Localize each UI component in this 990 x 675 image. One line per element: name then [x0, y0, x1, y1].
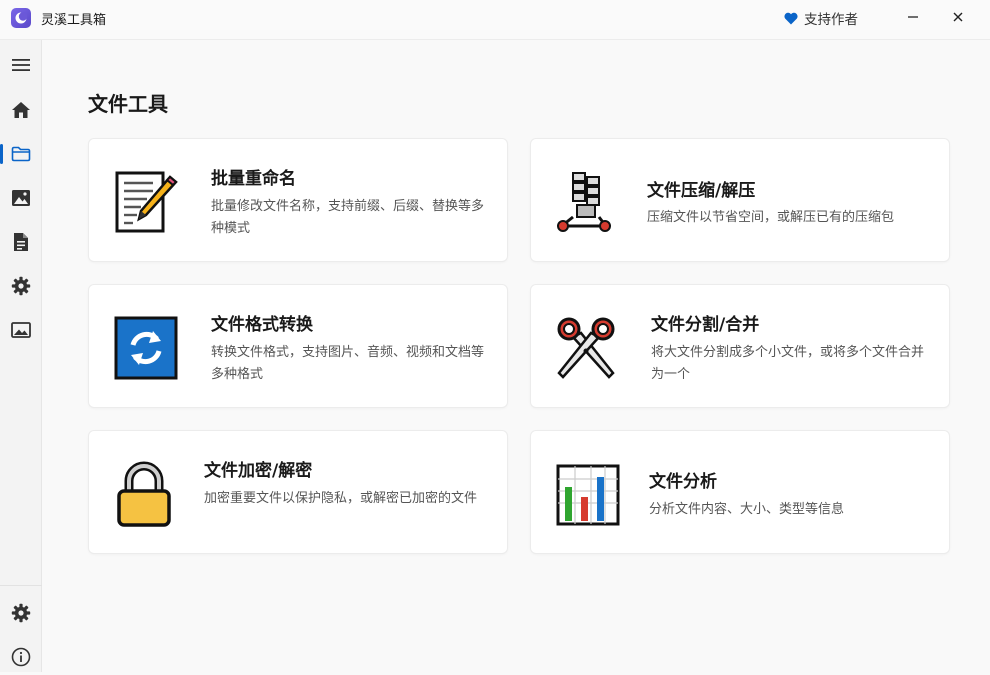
support-author-button[interactable]: 支持作者	[784, 8, 858, 28]
minimize-button[interactable]	[890, 0, 936, 34]
heart-icon	[784, 12, 798, 24]
card-description: 将大文件分割成多个小文件，或将多个文件合并为一个	[651, 345, 925, 382]
gear-icon	[11, 603, 31, 623]
card-title: 文件分割/合并	[651, 315, 760, 335]
sidebar-item-documents[interactable]	[0, 224, 42, 260]
card-title: 文件格式转换	[211, 315, 313, 335]
close-icon	[953, 12, 963, 22]
hamburger-icon	[12, 59, 30, 71]
minimize-icon	[908, 16, 918, 18]
card-description: 批量修改文件名称，支持前缀、后缀、替换等多种模式	[211, 199, 485, 236]
card-title: 批量重命名	[211, 169, 296, 189]
home-icon	[12, 102, 30, 118]
sidebar-menu-toggle[interactable]	[0, 47, 42, 83]
card-description: 分析文件内容、大小、类型等信息	[649, 502, 845, 517]
app-title: 灵溪工具箱	[41, 13, 107, 28]
notepad-pencil-icon	[113, 169, 179, 235]
sidebar-item-files[interactable]	[0, 136, 42, 172]
close-button[interactable]	[935, 0, 981, 34]
picture-icon	[11, 322, 31, 338]
gear-icon	[11, 276, 31, 296]
image-icon	[12, 190, 30, 206]
sync-arrows-icon	[113, 315, 179, 381]
bar-chart-icon	[555, 461, 621, 527]
card-split-merge[interactable]: 文件分割/合并 将大文件分割成多个小文件，或将多个文件合并为一个	[530, 284, 950, 408]
folder-icon	[11, 146, 31, 162]
sidebar-item-home[interactable]	[0, 92, 42, 128]
card-encrypt-decrypt[interactable]: 文件加密/解密 加密重要文件以保护隐私，或解密已加密的文件	[88, 430, 508, 554]
title-bar: 灵溪工具箱 支持作者	[0, 0, 990, 40]
app-logo-icon	[11, 8, 31, 28]
support-author-label: 支持作者	[804, 12, 858, 28]
card-format-convert[interactable]: 文件格式转换 转换文件格式，支持图片、音频、视频和文档等多种格式	[88, 284, 508, 408]
card-description: 加密重要文件以保护隐私，或解密已加密的文件	[204, 491, 478, 506]
card-title: 文件分析	[649, 472, 717, 492]
padlock-icon	[115, 461, 181, 527]
card-description: 转换文件格式，支持图片、音频、视频和文档等多种格式	[211, 345, 485, 382]
card-file-analysis[interactable]: 文件分析 分析文件内容、大小、类型等信息	[530, 430, 950, 554]
scissors-icon	[553, 315, 619, 381]
card-description: 压缩文件以节省空间，或解压已有的压缩包	[647, 210, 895, 225]
sidebar-divider	[0, 585, 42, 586]
card-title: 文件加密/解密	[204, 461, 313, 481]
page-title: 文件工具	[88, 92, 168, 116]
info-icon	[11, 647, 31, 667]
sidebar-item-images[interactable]	[0, 180, 42, 216]
sidebar-item-tools-settings[interactable]	[0, 268, 42, 304]
card-batch-rename[interactable]: 批量重命名 批量修改文件名称，支持前缀、后缀、替换等多种模式	[88, 138, 508, 262]
sidebar-item-gallery[interactable]	[0, 312, 42, 348]
card-title: 文件压缩/解压	[647, 181, 756, 201]
sidebar-item-about[interactable]	[0, 639, 42, 675]
zipper-icon	[553, 169, 619, 235]
document-icon	[14, 233, 28, 251]
sidebar-item-settings[interactable]	[0, 595, 42, 631]
card-compress-extract[interactable]: 文件压缩/解压 压缩文件以节省空间，或解压已有的压缩包	[530, 138, 950, 262]
sidebar	[0, 40, 42, 672]
